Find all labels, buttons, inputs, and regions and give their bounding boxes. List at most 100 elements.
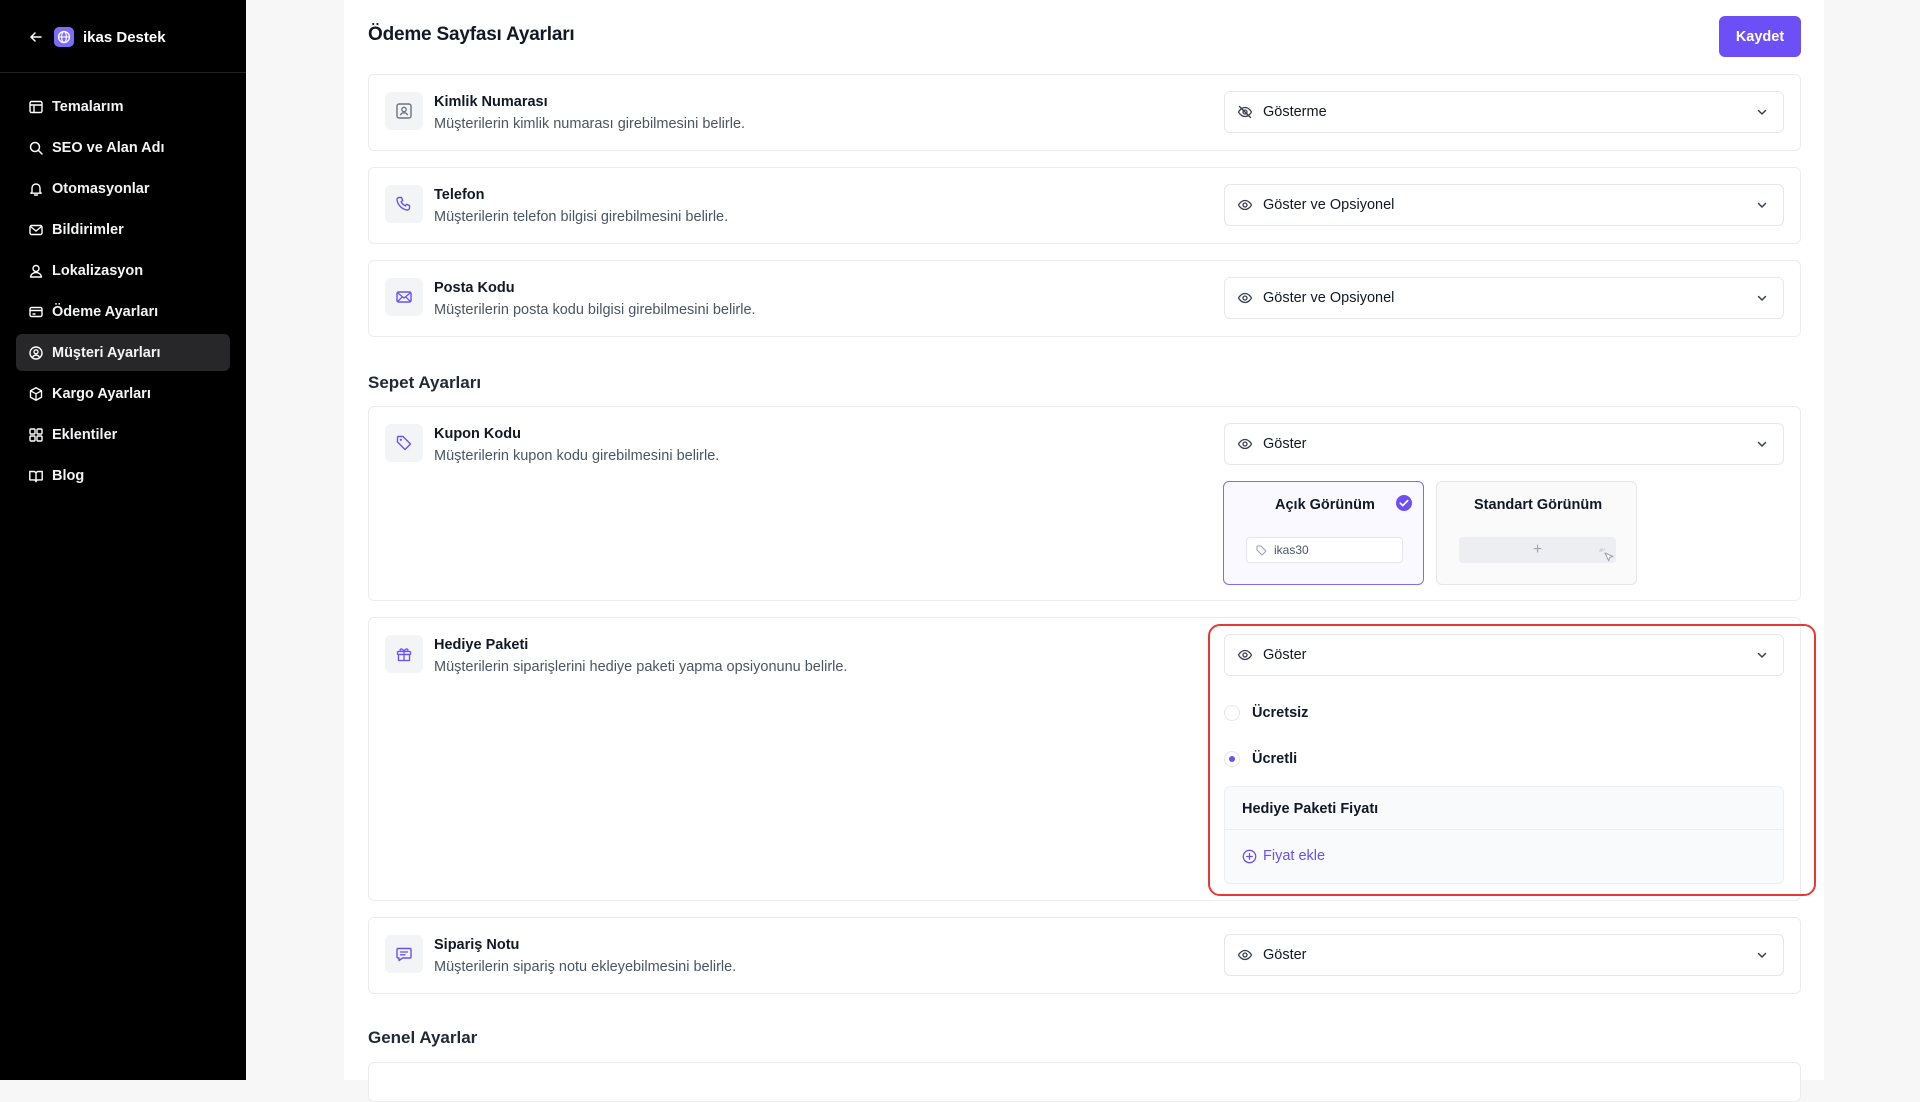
sidebar-item-label: Kargo Ayarları	[52, 385, 151, 402]
setting-card-genel-partial	[368, 1062, 1801, 1102]
siparis-visibility-select[interactable]: Göster	[1224, 934, 1784, 976]
eye-off-icon	[1237, 104, 1253, 120]
setting-card-siparis: Sipariş Notu Müşterilerin sipariş notu e…	[368, 917, 1801, 994]
hediye-visibility-select[interactable]: Göster	[1224, 634, 1784, 676]
radio-button[interactable]	[1224, 751, 1240, 767]
sidebar-item-temalarim[interactable]: Temalarım	[16, 88, 230, 125]
setting-description: Müşterilerin telefon bilgisi girebilmesi…	[434, 209, 729, 225]
tag-icon	[385, 424, 423, 462]
coupon-add-placeholder: +	[1459, 537, 1616, 563]
setting-description: Müşterilerin sipariş notu ekleyebilmesin…	[434, 959, 737, 975]
select-value: Göster	[1263, 436, 1307, 452]
grid-icon	[28, 427, 44, 443]
radio-label: Ücretsiz	[1252, 705, 1309, 721]
save-button[interactable]: Kaydet	[1719, 16, 1801, 57]
setting-title: Kupon Kodu	[434, 426, 521, 442]
sidebar-nav: Temalarım SEO ve Alan Adı Otomasyonlar B…	[16, 88, 230, 498]
eye-icon	[1237, 647, 1253, 663]
chevron-down-icon	[1755, 105, 1769, 119]
setting-card-hediye: Hediye Paketi Müşterilerin siparişlerini…	[368, 617, 1801, 901]
check-circle-icon	[1395, 494, 1413, 512]
chevron-down-icon	[1755, 291, 1769, 305]
eye-icon	[1237, 436, 1253, 452]
gift-option-ucretli[interactable]: Ücretli	[1224, 751, 1297, 767]
eye-icon	[1237, 947, 1253, 963]
chevron-down-icon	[1755, 198, 1769, 212]
sidebar: ikas Destek Temalarım SEO ve Alan Adı Ot…	[0, 0, 246, 1080]
sidebar-item-label: Ödeme Ayarları	[52, 303, 159, 320]
select-value: Göster ve Opsiyonel	[1263, 290, 1395, 306]
sidebar-item-label: Müşteri Ayarları	[52, 344, 161, 361]
globe-user-icon	[28, 263, 44, 279]
chevron-down-icon	[1755, 437, 1769, 451]
select-value: Göster	[1263, 647, 1307, 663]
sidebar-item-odeme-ayarlari[interactable]: Ödeme Ayarları	[16, 293, 230, 330]
sidebar-item-lokalizasyon[interactable]: Lokalizasyon	[16, 252, 230, 289]
add-price-label: Fiyat ekle	[1263, 848, 1326, 864]
envelope-icon	[385, 278, 423, 316]
setting-card-telefon: Telefon Müşterilerin telefon bilgisi gir…	[368, 167, 1801, 244]
page-header: Ödeme Sayfası Ayarları Kaydet	[344, 0, 1824, 72]
sidebar-item-seo[interactable]: SEO ve Alan Adı	[16, 129, 230, 166]
coupon-sample-text: ikas30	[1274, 543, 1309, 557]
tag-icon	[1255, 544, 1268, 557]
select-value: Göster ve Opsiyonel	[1263, 197, 1395, 213]
telefon-visibility-select[interactable]: Göster ve Opsiyonel	[1224, 184, 1784, 226]
add-price-link[interactable]: Fiyat ekle	[1242, 848, 1325, 864]
posta-visibility-select[interactable]: Göster ve Opsiyonel	[1224, 277, 1784, 319]
sidebar-item-musteri-ayarlari[interactable]: Müşteri Ayarları	[16, 334, 230, 371]
sidebar-item-eklentiler[interactable]: Eklentiler	[16, 416, 230, 453]
setting-description: Müşterilerin kupon kodu girebilmesini be…	[434, 448, 720, 464]
setting-description: Müşterilerin siparişlerini hediye paketi…	[434, 659, 848, 675]
search-icon	[28, 140, 44, 156]
mail-icon	[28, 222, 44, 238]
book-icon	[28, 468, 44, 484]
gift-option-ucretsiz[interactable]: Ücretsiz	[1224, 705, 1308, 721]
bell-icon	[28, 181, 44, 197]
message-icon	[385, 935, 423, 973]
sidebar-item-kargo-ayarlari[interactable]: Kargo Ayarları	[16, 375, 230, 412]
sidebar-item-label: Lokalizasyon	[52, 262, 144, 279]
sidebar-header: ikas Destek	[28, 25, 166, 49]
credit-card-icon	[28, 304, 44, 320]
view-option-label: Standart Görünüm	[1474, 497, 1603, 513]
phone-icon	[385, 185, 423, 223]
brand-name: ikas Destek	[83, 28, 166, 46]
arrow-left-icon[interactable]	[28, 29, 44, 45]
eye-icon	[1237, 197, 1253, 213]
sidebar-item-label: Otomasyonlar	[52, 180, 150, 197]
sidebar-item-otomasyonlar[interactable]: Otomasyonlar	[16, 170, 230, 207]
eye-icon	[1237, 290, 1253, 306]
sidebar-item-label: Temalarım	[52, 98, 124, 115]
sidebar-item-bildirimler[interactable]: Bildirimler	[16, 211, 230, 248]
layout-icon	[28, 99, 44, 115]
sidebar-item-blog[interactable]: Blog	[16, 457, 230, 494]
gift-price-divider	[1225, 829, 1783, 830]
sidebar-item-label: Blog	[52, 467, 85, 484]
kupon-visibility-select[interactable]: Göster	[1224, 423, 1784, 465]
setting-title: Hediye Paketi	[434, 637, 529, 653]
gift-price-panel: Hediye Paketi Fiyatı Fiyat ekle	[1224, 786, 1784, 884]
setting-description: Müşterilerin kimlik numarası girebilmesi…	[434, 116, 746, 132]
coupon-view-open[interactable]: Açık Görünüm ikas30	[1223, 481, 1424, 585]
plus-circle-icon	[1242, 849, 1257, 864]
setting-card-kimlik: Kimlik Numarası Müşterilerin kimlik numa…	[368, 74, 1801, 151]
setting-title: Telefon	[434, 187, 485, 203]
page-title: Ödeme Sayfası Ayarları	[368, 24, 575, 45]
chevron-down-icon	[1755, 648, 1769, 662]
radio-button[interactable]	[1224, 705, 1240, 721]
sidebar-divider	[0, 72, 246, 73]
chevron-down-icon	[1755, 948, 1769, 962]
coupon-view-standard[interactable]: Standart Görünüm +	[1436, 481, 1637, 585]
setting-card-posta: Posta Kodu Müşterilerin posta kodu bilgi…	[368, 260, 1801, 337]
main-content: Ödeme Sayfası Ayarları Kaydet Kimlik Num…	[344, 0, 1824, 1102]
setting-title: Kimlik Numarası	[434, 94, 548, 110]
gift-price-title: Hediye Paketi Fiyatı	[1242, 801, 1379, 817]
kimlik-visibility-select[interactable]: Gösterme	[1224, 91, 1784, 133]
view-option-label: Açık Görünüm	[1275, 497, 1375, 513]
plus-icon: +	[1532, 541, 1543, 558]
globe-icon	[54, 27, 74, 47]
sidebar-item-label: Bildirimler	[52, 221, 124, 238]
sidebar-item-label: SEO ve Alan Adı	[52, 139, 165, 156]
cursor-click-icon	[1597, 546, 1617, 566]
